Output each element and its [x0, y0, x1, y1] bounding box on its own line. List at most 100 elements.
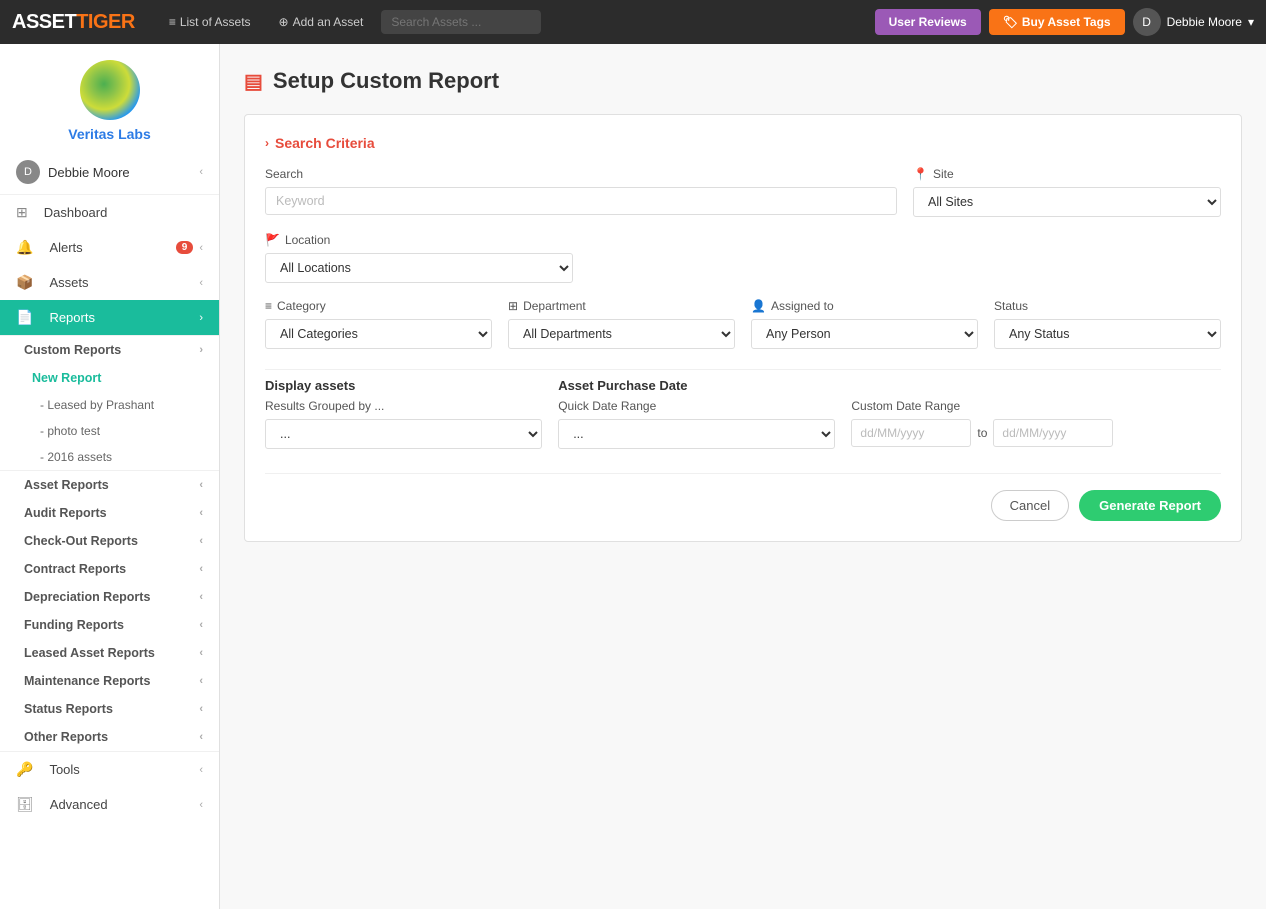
sidebar: Veritas Labs D Debbie Moore ‹ ⊞ Dashboar…: [0, 44, 220, 909]
sidebar-item-maintenance-reports[interactable]: Maintenance Reports ‹: [0, 667, 219, 695]
display-assets-label: Display assets: [265, 378, 542, 393]
page-title-icon: ▤: [244, 69, 263, 94]
department-label: ⊞ Department: [508, 299, 735, 313]
sidebar-item-tools[interactable]: 🔑 Tools ‹: [0, 752, 219, 787]
chevron-down-icon: ▾: [1248, 15, 1254, 29]
search-criteria-header[interactable]: › Search Criteria: [265, 135, 1221, 151]
display-section: Display assets Results Grouped by ... ..…: [265, 378, 1221, 449]
alerts-badge: 9: [176, 241, 194, 254]
list-icon: ≡: [169, 15, 176, 29]
site-icon: 📍: [913, 167, 928, 181]
sidebar-item-new-report[interactable]: New Report: [0, 364, 219, 392]
site-select[interactable]: All Sites: [913, 187, 1221, 217]
quick-date-select[interactable]: ...: [558, 419, 835, 449]
sidebar-item-depreciation-reports[interactable]: Depreciation Reports ‹: [0, 583, 219, 611]
org-logo: Veritas Labs: [0, 44, 219, 150]
department-select[interactable]: All Departments: [508, 319, 735, 349]
status-select[interactable]: Any Status: [994, 319, 1221, 349]
tools-icon: 🔑: [16, 761, 33, 778]
sidebar-item-leased-asset-reports[interactable]: Leased Asset Reports ‹: [0, 639, 219, 667]
sidebar-item-advanced[interactable]: 🗄 Advanced ‹: [0, 787, 219, 822]
user-chevron-icon: ‹: [199, 166, 203, 178]
sidebar-user[interactable]: D Debbie Moore ‹: [0, 150, 219, 195]
sidebar-item-status-reports[interactable]: Status Reports ‹: [0, 695, 219, 723]
sidebar-item-funding-reports[interactable]: Funding Reports ‹: [0, 611, 219, 639]
other-reports-chevron-icon: ‹: [199, 731, 203, 743]
sidebar-item-other-reports[interactable]: Other Reports ‹: [0, 723, 219, 751]
audit-reports-chevron-icon: ‹: [199, 507, 203, 519]
site-label: 📍 Site: [913, 167, 1221, 181]
sidebar-item-contract-reports[interactable]: Contract Reports ‹: [0, 555, 219, 583]
custom-reports-header[interactable]: Custom Reports ›: [0, 336, 219, 364]
quick-date-label: Quick Date Range: [558, 399, 835, 413]
user-reviews-button[interactable]: User Reviews: [875, 9, 981, 35]
search-group: Search: [265, 167, 897, 217]
date-to-input[interactable]: [993, 419, 1113, 447]
nav-list-assets[interactable]: ≡ List of Assets: [159, 15, 261, 29]
category-group: ≡ Category All Categories: [265, 299, 492, 349]
date-range-row: to: [851, 419, 1221, 447]
assigned-to-select[interactable]: Any Person: [751, 319, 978, 349]
assigned-to-group: 👤 Assigned to Any Person: [751, 299, 978, 349]
org-name: Veritas Labs: [68, 126, 151, 142]
custom-date-label: Custom Date Range: [851, 399, 1221, 413]
form-row-2: ≡ Category All Categories ⊞ Department A…: [265, 299, 1221, 349]
sidebar-item-reports[interactable]: 📄 Reports ›: [0, 300, 219, 335]
assets-chevron-icon: ‹: [199, 277, 203, 289]
sidebar-item-assets[interactable]: 📦 Assets ‹: [0, 265, 219, 300]
depreciation-reports-chevron-icon: ‹: [199, 591, 203, 603]
search-label: Search: [265, 167, 897, 181]
divider: [265, 369, 1221, 370]
sidebar-item-leased-prashant[interactable]: - Leased by Prashant: [0, 392, 219, 418]
buy-tags-button[interactable]: 🏷 Buy Asset Tags: [989, 9, 1125, 35]
alerts-chevron-icon: ‹: [199, 242, 203, 254]
group-by-select[interactable]: ...: [265, 419, 542, 449]
advanced-icon: 🗄: [16, 796, 34, 813]
sidebar-item-2016-assets[interactable]: - 2016 assets: [0, 444, 219, 470]
logo: ASSETTIGER: [12, 11, 135, 34]
top-nav-right: User Reviews 🏷 Buy Asset Tags D Debbie M…: [875, 8, 1254, 36]
search-keyword-input[interactable]: [265, 187, 897, 215]
user-menu[interactable]: D Debbie Moore ▾: [1133, 8, 1254, 36]
page-title: ▤ Setup Custom Report: [244, 68, 1242, 94]
category-icon: ≡: [265, 299, 272, 313]
location-group: 🚩 Location All Locations: [265, 233, 573, 283]
reports-chevron-icon: ›: [199, 312, 203, 324]
cancel-button[interactable]: Cancel: [991, 490, 1069, 521]
location-select[interactable]: All Locations: [265, 253, 573, 283]
checkout-reports-chevron-icon: ‹: [199, 535, 203, 547]
user-avatar: D: [1133, 8, 1161, 36]
date-to-label: to: [977, 426, 987, 440]
dashboard-icon: ⊞: [16, 204, 28, 221]
report-sections: Asset Reports ‹ Audit Reports ‹ Check-Ou…: [0, 470, 219, 751]
advanced-chevron-icon: ‹: [199, 799, 203, 811]
category-label: ≡ Category: [265, 299, 492, 313]
category-select[interactable]: All Categories: [265, 319, 492, 349]
sidebar-item-dashboard[interactable]: ⊞ Dashboard: [0, 195, 219, 230]
main-content: ▤ Setup Custom Report › Search Criteria …: [220, 44, 1266, 909]
status-reports-chevron-icon: ‹: [199, 703, 203, 715]
button-row: Cancel Generate Report: [265, 473, 1221, 521]
group-by-label: Results Grouped by ...: [265, 399, 542, 413]
generate-report-button[interactable]: Generate Report: [1079, 490, 1221, 521]
sidebar-item-audit-reports[interactable]: Audit Reports ‹: [0, 499, 219, 527]
nav-add-asset[interactable]: ⊕ Add an Asset: [269, 15, 374, 29]
location-icon: 🚩: [265, 233, 280, 247]
search-input[interactable]: [381, 10, 541, 34]
sidebar-item-alerts[interactable]: 🔔 Alerts 9 ‹: [0, 230, 219, 265]
alerts-icon: 🔔: [16, 239, 33, 256]
sidebar-item-asset-reports[interactable]: Asset Reports ‹: [0, 471, 219, 499]
tools-chevron-icon: ‹: [199, 764, 203, 776]
tools-section: 🔑 Tools ‹ 🗄 Advanced ‹: [0, 751, 219, 822]
form-row-1: Search 📍 Site All Sites 🚩 Location: [265, 167, 1221, 283]
sidebar-item-checkout-reports[interactable]: Check-Out Reports ‹: [0, 527, 219, 555]
sidebar-item-photo-test[interactable]: - photo test: [0, 418, 219, 444]
site-group: 📍 Site All Sites: [913, 167, 1221, 217]
purchase-date-label: Asset Purchase Date: [558, 378, 835, 393]
date-from-input[interactable]: [851, 419, 971, 447]
maintenance-reports-chevron-icon: ‹: [199, 675, 203, 687]
sidebar-avatar: D: [16, 160, 40, 184]
assigned-to-label: 👤 Assigned to: [751, 299, 978, 313]
asset-reports-chevron-icon: ‹: [199, 479, 203, 491]
logo-text: ASSETTIGER: [12, 11, 135, 34]
